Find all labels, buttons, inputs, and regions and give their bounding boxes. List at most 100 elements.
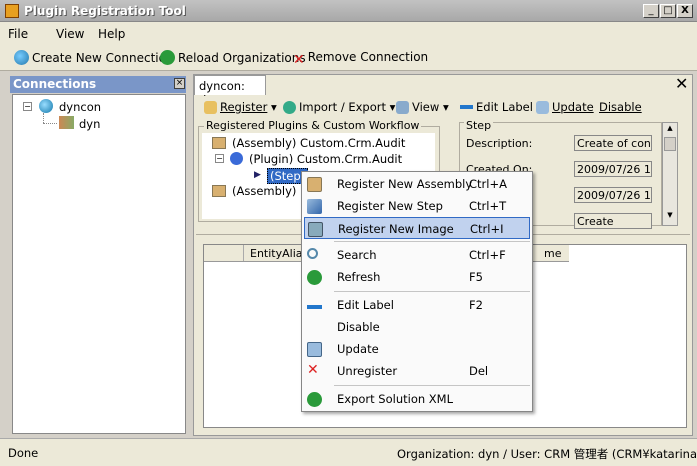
tree-item-plugin[interactable]: (Plugin) Custom.Crm.Audit [249,152,402,166]
menu-unregister[interactable]: ✕ Unregister Del [304,360,530,382]
export-icon [307,392,322,407]
import-export-dropdown[interactable]: Import / Export ▾ [283,100,395,114]
menu-shortcut: Ctrl+T [469,199,507,213]
assembly-icon [212,185,226,197]
menu-separator [334,241,530,242]
lightning-icon [307,199,322,214]
grid-col-name[interactable]: me [544,247,561,260]
menu-shortcut: Del [469,364,489,378]
step-arrow-icon: ▶ [254,170,261,180]
status-text: Done [8,446,39,460]
menu-shortcut: F2 [469,298,483,312]
create-connection-button[interactable]: Create New Connection [14,50,174,65]
menu-export-solution-xml[interactable]: Export Solution XML [304,388,530,410]
scroll-thumb[interactable] [664,137,676,151]
menu-bar: File View Help [0,22,697,44]
menu-register-new-image[interactable]: Register New Image Ctrl+I [304,217,530,239]
menu-label: Register New Step [337,199,443,213]
tab-dyncon[interactable]: dyncon: dyn [194,75,266,107]
edit-label-icon [307,305,322,309]
window-title: Plugin Registration Tool [24,4,186,18]
title-bar: Plugin Registration Tool _ □ X [0,0,697,22]
menu-register-new-assembly[interactable]: Register New Assembly Ctrl+A [304,173,530,195]
created-on-field[interactable]: 2009/07/26 1: [574,161,652,177]
register-dropdown[interactable]: Register ▾ [204,100,277,114]
import-export-label: Import / Export [299,100,386,114]
menu-edit-label[interactable]: Edit Label F2 [304,294,530,316]
register-label: Register [220,100,268,114]
menu-refresh[interactable]: Refresh F5 [304,266,530,288]
globe-icon [14,50,29,65]
plugin-toolbar: Register ▾ Import / Export ▾ View ▾ Edit… [196,96,690,118]
search-icon [307,248,318,259]
menu-search[interactable]: Search Ctrl+F [304,244,530,266]
import-export-icon [283,101,296,114]
assembly-icon [212,137,226,149]
tree-item-assembly-2[interactable]: (Assembly) M [232,184,310,198]
scroll-up-icon[interactable]: ▲ [664,124,676,134]
menu-separator [334,385,530,386]
collapse-toggle[interactable]: − [215,154,224,163]
tree-line [43,113,44,123]
status-organization: Organization: dyn / User: CRM 管理者 (CRM¥k… [397,447,697,461]
disable-label: Disable [599,100,642,114]
plugins-group-label: Registered Plugins & Custom Workflow [204,119,422,132]
modified-on-field[interactable]: 2009/07/26 1: [574,187,652,203]
scroll-down-icon[interactable]: ▼ [664,211,676,221]
x-icon: ✕ [307,362,319,378]
menu-shortcut: F5 [469,270,483,284]
menu-disable[interactable]: Disable [304,316,530,338]
reload-organizations-button[interactable]: Reload Organizations [160,50,306,65]
main-toolbar: Create New Connection Reload Organizatio… [0,44,697,71]
image-icon [308,222,323,237]
menu-register-new-step[interactable]: Register New Step Ctrl+T [304,195,530,217]
tab-close-icon[interactable]: ✕ [675,74,688,93]
tree-line [43,123,57,124]
menu-label: Refresh [337,270,381,284]
step-group-label: Step [464,119,494,132]
menu-label: Export Solution XML [337,392,454,406]
menu-label: Edit Label [337,298,394,312]
maximize-button[interactable]: □ [660,4,676,18]
menu-shortcut: Ctrl+A [469,177,507,191]
status-bar: Done Organization: dyn / User: CRM 管理者 (… [0,438,697,466]
create-connection-label: Create New Connection [32,51,174,65]
tree-item-dyn[interactable]: dyn [79,117,100,131]
update-label: Update [552,100,594,114]
menu-label: Update [337,342,379,356]
view-icon [396,101,409,114]
grid-col-entityalias[interactable]: EntityAlias [250,247,308,260]
menu-separator [334,291,530,292]
menu-update[interactable]: Update [304,338,530,360]
step-scrollbar[interactable]: ▲ ▼ [662,122,678,226]
plugin-gear-icon [230,152,243,165]
connections-close-button[interactable]: × [174,78,185,89]
remove-connection-button[interactable]: ✕ Remove Connection [293,50,428,68]
connections-tree[interactable]: − dyncon dyn [12,94,186,434]
description-label: Description: [466,137,533,150]
tree-item-assembly[interactable]: (Assembly) Custom.Crm.Audit [232,136,405,150]
edit-label-icon [460,105,473,109]
disable-button[interactable]: Disable [599,100,642,114]
menu-shortcut: Ctrl+F [469,248,506,262]
view-label: View [412,100,440,114]
collapse-toggle[interactable]: − [23,102,32,111]
menu-label: Register New Image [338,222,454,236]
package-icon [307,177,322,192]
grid-header-blank [204,245,244,261]
close-button[interactable]: X [677,4,693,18]
update-icon [536,101,549,114]
tree-item-dyncon[interactable]: dyncon [59,100,101,114]
menu-help[interactable]: Help [98,27,125,41]
menu-view[interactable]: View [56,27,84,41]
menu-file[interactable]: File [8,27,28,41]
view-dropdown[interactable]: View ▾ [396,100,449,114]
refresh-icon [307,270,322,285]
description-field[interactable]: Create of cont [574,135,652,151]
message-field[interactable]: Create [574,213,652,229]
globe-icon [39,99,53,113]
update-button[interactable]: Update [536,100,594,114]
minimize-button[interactable]: _ [643,4,659,18]
edit-label-button[interactable]: Edit Label [460,100,533,114]
update-icon [307,342,322,357]
